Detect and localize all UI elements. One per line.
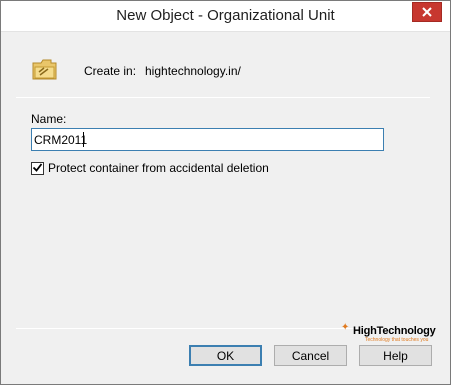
cancel-button[interactable]: Cancel bbox=[274, 345, 347, 366]
dialog-window: New Object - Organizational Unit Create … bbox=[0, 0, 451, 385]
text-caret bbox=[83, 132, 84, 147]
help-button[interactable]: Help bbox=[359, 345, 432, 366]
folder-ou-icon bbox=[31, 56, 59, 82]
logo-tagline: Technology that touches you bbox=[365, 337, 429, 343]
create-in-label: Create in: bbox=[84, 64, 137, 78]
hightechnology-logo: ✦ HighTechnology Technology that touches… bbox=[341, 322, 436, 344]
protect-checkbox-label[interactable]: Protect container from accidental deleti… bbox=[48, 161, 269, 175]
ok-button[interactable]: OK bbox=[189, 345, 262, 366]
header-divider bbox=[16, 97, 430, 98]
logo-mark-icon: ✦ bbox=[341, 322, 350, 333]
protect-checkbox[interactable] bbox=[31, 162, 44, 175]
create-in-path: hightechnology.in/ bbox=[145, 64, 241, 78]
name-label: Name: bbox=[31, 112, 67, 126]
close-button[interactable] bbox=[412, 2, 442, 22]
logo-brand: HighTechnology bbox=[353, 325, 436, 337]
close-icon bbox=[422, 7, 432, 17]
title-bar[interactable]: New Object - Organizational Unit bbox=[1, 1, 450, 32]
checkmark-icon bbox=[32, 162, 43, 176]
window-title: New Object - Organizational Unit bbox=[116, 7, 335, 24]
